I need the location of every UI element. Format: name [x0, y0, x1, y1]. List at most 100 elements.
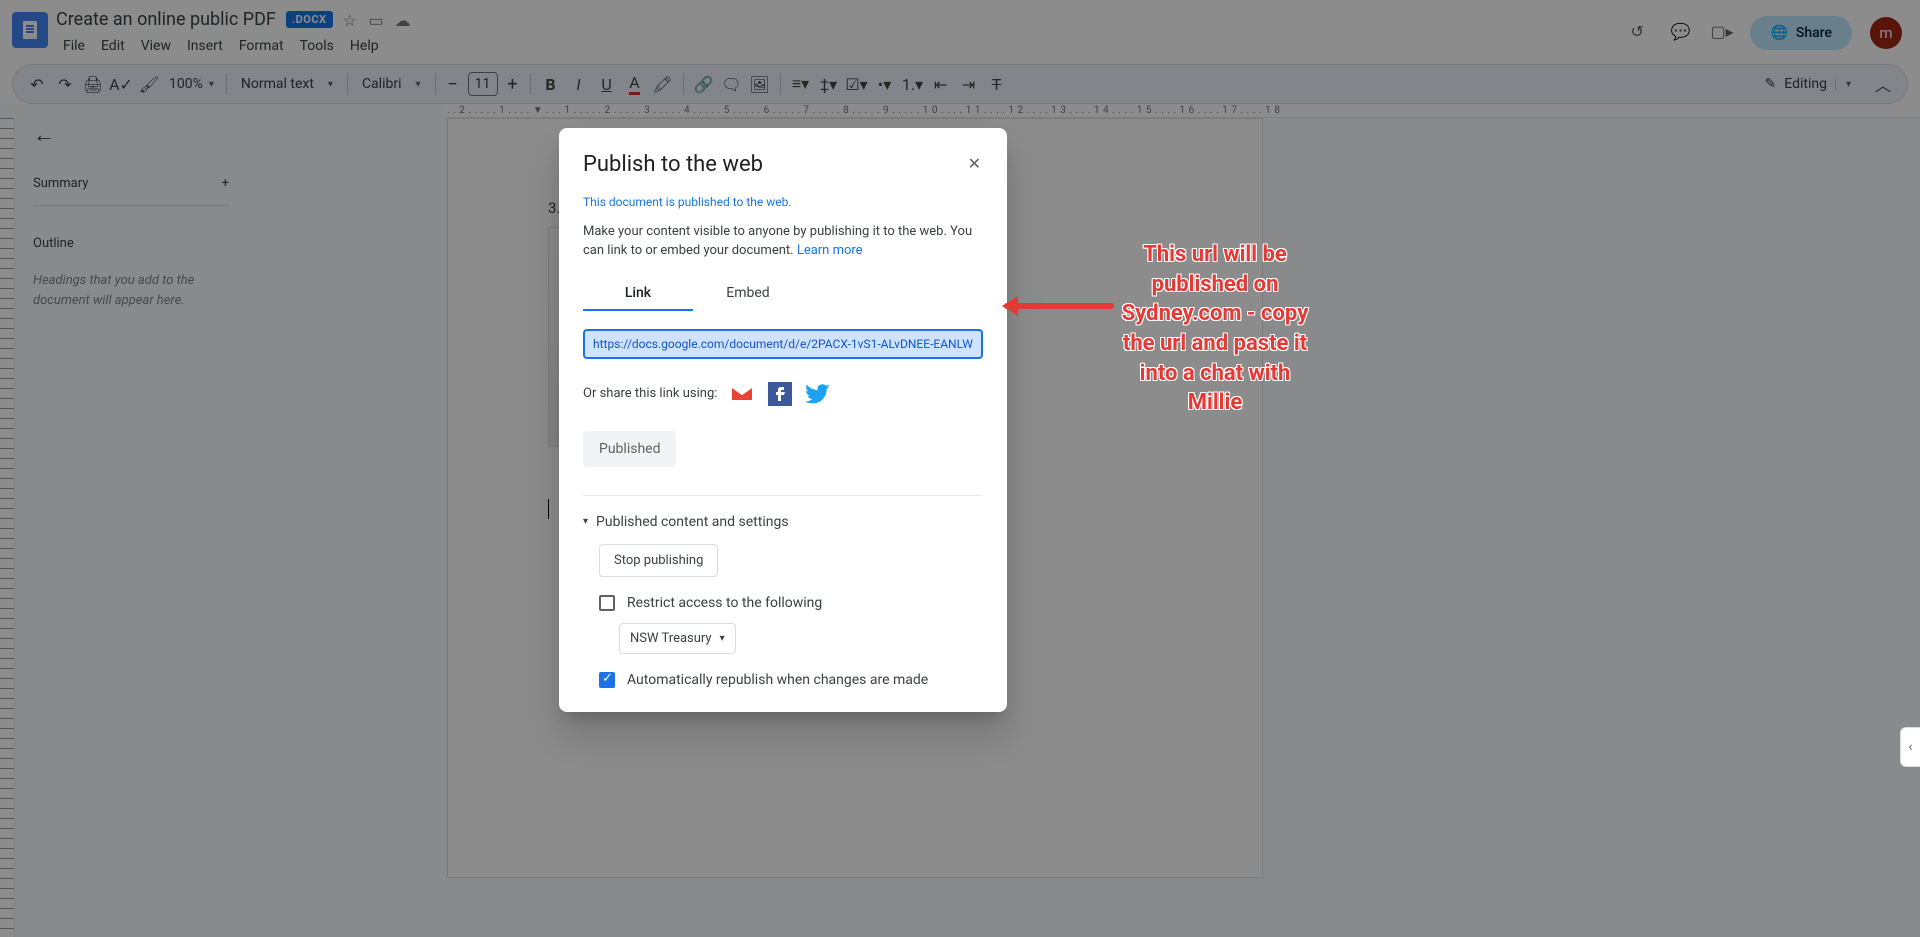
toolbar: ↶ ↷ 🖨 A✓ 🖌 100% ▾ Normal text ▾ Calibri … — [12, 64, 1908, 104]
annotation-text: This url will be published on Sydney.com… — [1110, 240, 1320, 418]
outline-heading: Outline — [33, 236, 229, 251]
dialog-description: Make your content visible to anyone by p… — [583, 223, 983, 261]
tab-link[interactable]: Link — [583, 285, 693, 311]
increase-font-button[interactable]: + — [502, 74, 524, 95]
decrease-font-button[interactable]: − — [442, 74, 464, 95]
summary-heading: Summary — [33, 176, 88, 191]
text-cursor — [548, 499, 549, 519]
zoom-select[interactable]: 100% ▾ — [163, 76, 220, 92]
published-status: This document is published to the web. — [583, 195, 983, 209]
redo-button[interactable]: ↷ — [51, 70, 79, 98]
gmail-icon[interactable] — [729, 381, 755, 407]
tab-embed[interactable]: Embed — [693, 285, 803, 311]
numbered-list-button[interactable]: 1.▾ — [899, 70, 927, 98]
restrict-label: Restrict access to the following — [627, 595, 822, 611]
zoom-value: 100% — [169, 76, 203, 92]
bulleted-list-button[interactable]: •▾ — [871, 70, 899, 98]
move-icon[interactable]: ▭ — [369, 11, 385, 27]
title-bar: Create an online public PDF .DOCX ☆ ▭ ☁ … — [0, 0, 1920, 64]
restrict-domain-select[interactable]: NSW Treasury ▾ — [619, 623, 736, 654]
underline-button[interactable]: U — [593, 70, 621, 98]
docs-logo[interactable] — [12, 12, 48, 48]
triangle-down-icon: ▾ — [583, 516, 588, 527]
meet-icon[interactable]: ▢▸ — [1710, 22, 1732, 44]
pencil-icon: ✎ — [1765, 76, 1777, 92]
auto-republish-checkbox[interactable] — [599, 672, 615, 688]
share-using-label: Or share this link using: — [583, 386, 717, 401]
document-name-row: Create an online public PDF .DOCX ☆ ▭ ☁ — [56, 8, 411, 30]
align-button[interactable]: ≡▾ — [787, 70, 815, 98]
close-outline-button[interactable]: ← — [33, 122, 229, 148]
menu-file[interactable]: File — [56, 34, 92, 58]
editing-mode-button[interactable]: ✎ Editing ▾ — [1755, 76, 1861, 92]
font-value: Calibri — [362, 76, 402, 92]
comments-icon[interactable]: 💬 — [1670, 22, 1692, 44]
insert-image-button[interactable]: 🖼 — [746, 70, 774, 98]
annotation-arrow — [994, 295, 1114, 315]
font-family-select[interactable]: Calibri ▾ — [354, 76, 429, 92]
learn-more-link[interactable]: Learn more — [797, 243, 863, 258]
publish-dialog: Publish to the web ✕ This document is pu… — [559, 128, 1007, 712]
insert-link-button[interactable]: 🔗 — [690, 70, 718, 98]
editing-label: Editing — [1784, 76, 1827, 92]
share-label: Share — [1796, 25, 1832, 41]
highlight-button[interactable]: 🖍 — [649, 70, 677, 98]
close-dialog-button[interactable]: ✕ — [966, 152, 983, 175]
caret-down-icon: ▾ — [415, 79, 420, 90]
paint-format-button[interactable]: 🖌 — [135, 70, 163, 98]
outline-panel: ← Summary + Outline Headings that you ad… — [15, 104, 247, 937]
auto-republish-label: Automatically republish when changes are… — [627, 672, 928, 688]
docx-badge: .DOCX — [286, 11, 333, 28]
facebook-icon[interactable] — [767, 381, 793, 407]
clear-formatting-button[interactable]: T — [983, 70, 1011, 98]
restrict-domain-value: NSW Treasury — [630, 631, 712, 646]
caret-down-icon: ▾ — [720, 633, 725, 644]
settings-label: Published content and settings — [596, 514, 789, 530]
menu-edit[interactable]: Edit — [94, 34, 132, 58]
menu-help[interactable]: Help — [343, 34, 386, 58]
line-spacing-button[interactable]: ‡▾ — [815, 70, 843, 98]
print-button[interactable]: 🖨 — [79, 70, 107, 98]
twitter-icon[interactable] — [805, 381, 831, 407]
checklist-button[interactable]: ☑▾ — [843, 70, 871, 98]
menu-bar: File Edit View Insert Format Tools Help — [56, 34, 411, 58]
menu-view[interactable]: View — [134, 34, 178, 58]
caret-down-icon: ▾ — [1835, 79, 1851, 90]
paragraph-style-select[interactable]: Normal text ▾ — [233, 76, 341, 92]
outline-hint: Headings that you add to the document wi… — [33, 271, 229, 310]
undo-button[interactable]: ↶ — [23, 70, 51, 98]
add-summary-button[interactable]: + — [222, 176, 229, 191]
menu-insert[interactable]: Insert — [180, 34, 230, 58]
italic-button[interactable]: I — [565, 70, 593, 98]
font-size-control: − 11 + — [442, 72, 524, 96]
menu-tools[interactable]: Tools — [293, 34, 341, 58]
published-url-input[interactable] — [583, 329, 983, 359]
hide-menus-button[interactable]: ︿ — [1869, 70, 1897, 98]
caret-down-icon: ▾ — [328, 79, 333, 90]
caret-down-icon: ▾ — [209, 79, 214, 90]
restrict-checkbox[interactable] — [599, 595, 615, 611]
bold-button[interactable]: B — [537, 70, 565, 98]
share-button[interactable]: 🌐 Share — [1750, 16, 1852, 50]
increase-indent-button[interactable]: ⇥ — [955, 70, 983, 98]
vertical-ruler — [0, 118, 15, 937]
style-value: Normal text — [241, 76, 314, 92]
text-color-button[interactable]: A — [621, 70, 649, 98]
published-settings-toggle[interactable]: ▾ Published content and settings — [583, 514, 983, 530]
document-title[interactable]: Create an online public PDF — [56, 9, 276, 30]
menu-format[interactable]: Format — [232, 34, 291, 58]
globe-icon: 🌐 — [1770, 25, 1787, 41]
star-icon[interactable]: ☆ — [343, 11, 359, 27]
cloud-icon[interactable]: ☁ — [395, 11, 411, 27]
side-panel-toggle[interactable]: ‹ — [1900, 727, 1920, 767]
decrease-indent-button[interactable]: ⇤ — [927, 70, 955, 98]
published-button[interactable]: Published — [583, 431, 676, 467]
dialog-title: Publish to the web — [583, 152, 763, 177]
add-comment-button[interactable]: 🗨 — [718, 70, 746, 98]
horizontal-ruler[interactable]: ..2.....1....▼...1.....2.....3.....4....… — [447, 104, 1920, 118]
font-size-input[interactable]: 11 — [468, 72, 498, 96]
account-avatar[interactable]: m — [1870, 17, 1902, 49]
history-icon[interactable]: ↺ — [1630, 22, 1652, 44]
stop-publishing-button[interactable]: Stop publishing — [599, 544, 718, 577]
spellcheck-button[interactable]: A✓ — [107, 70, 135, 98]
